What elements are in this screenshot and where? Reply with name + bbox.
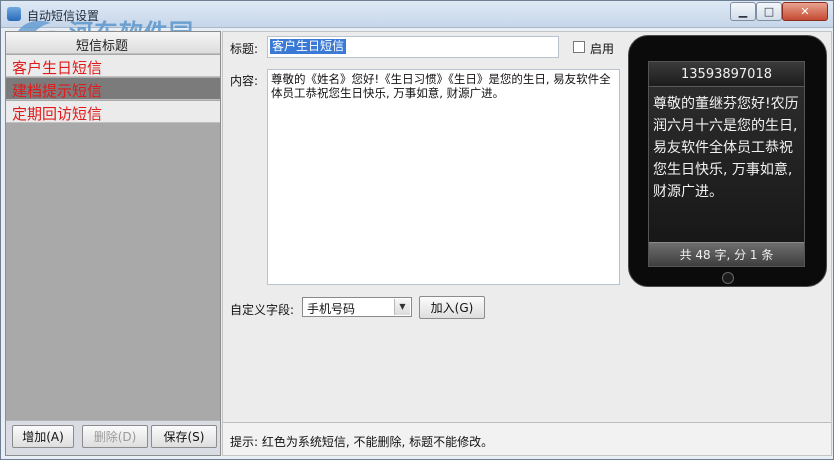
minimize-button[interactable]: ▁ (730, 2, 756, 21)
list-header: 短信标题 (6, 32, 220, 54)
sms-editor: 标题: 客户生日短信 启用 内容: 尊敬的《姓名》您好!《生日习惯》《生日》是您… (222, 31, 832, 456)
chevron-down-icon[interactable]: ▼ (394, 299, 410, 315)
list-header-label: 短信标题 (76, 39, 129, 54)
title-input[interactable]: 客户生日短信 (267, 36, 559, 58)
list-item-label: 客户生日短信 (12, 59, 103, 77)
list-item-return-visit[interactable]: 定期回访短信 (6, 101, 220, 123)
phone-message: 尊敬的董继芬您好!农历润六月十六是您的生日, 易友软件全体员工恭祝您生日快乐, … (653, 96, 799, 200)
hint-bar: 提示: 红色为系统短信, 不能删除, 标题不能修改。 (223, 422, 831, 455)
content-label: 内容: (230, 74, 259, 88)
custom-field-select[interactable]: 手机号码 ▼ (302, 297, 412, 317)
phone-number: 13593897018 (649, 62, 804, 87)
list-item-label: 建档提示短信 (12, 82, 103, 100)
add-button[interactable]: 增加(A) (12, 425, 74, 448)
hint-text: 提示: 红色为系统短信, 不能删除, 标题不能修改。 (230, 435, 494, 449)
insert-field-button[interactable]: 加入(G) (419, 296, 485, 319)
window-title: 自动短信设置 (27, 9, 100, 23)
title-bar[interactable]: 自动短信设置 ▁ □ ✕ (1, 1, 833, 28)
phone-screen: 13593897018 尊敬的董继芬您好!农历润六月十六是您的生日, 易友软件全… (648, 61, 805, 267)
app-window: 自动短信设置 ▁ □ ✕ 河东软件园 www.pc0359.cn 短信标题 客户… (0, 0, 834, 460)
save-button[interactable]: 保存(S) (151, 425, 217, 448)
delete-button[interactable]: 删除(D) (82, 425, 148, 448)
app-icon (7, 7, 21, 21)
content-textarea[interactable]: 尊敬的《姓名》您好!《生日习惯》《生日》是您的生日, 易友软件全体员工恭祝您生日… (267, 69, 620, 285)
phone-char-count: 共 48 字, 分 1 条 (649, 242, 804, 266)
list-item-birthday[interactable]: 客户生日短信 (6, 55, 220, 77)
title-input-value: 客户生日短信 (270, 39, 347, 54)
custom-field-value: 手机号码 (307, 302, 356, 316)
title-label: 标题: (230, 42, 259, 56)
phone-preview: 13593897018 尊敬的董继芬您好!农历润六月十六是您的生日, 易友软件全… (628, 35, 827, 287)
list-item-label: 定期回访短信 (12, 105, 103, 123)
home-button-icon (722, 272, 734, 284)
maximize-button[interactable]: □ (756, 2, 782, 21)
close-button[interactable]: ✕ (782, 2, 828, 21)
sms-title-list: 短信标题 客户生日短信 建档提示短信 定期回访短信 增加(A) 删除(D) 保存… (5, 31, 221, 456)
enable-checkbox[interactable] (573, 41, 585, 53)
list-item-file-reminder[interactable]: 建档提示短信 (6, 78, 220, 100)
enable-label[interactable]: 启用 (590, 40, 614, 57)
custom-field-label: 自定义字段: (230, 303, 295, 317)
